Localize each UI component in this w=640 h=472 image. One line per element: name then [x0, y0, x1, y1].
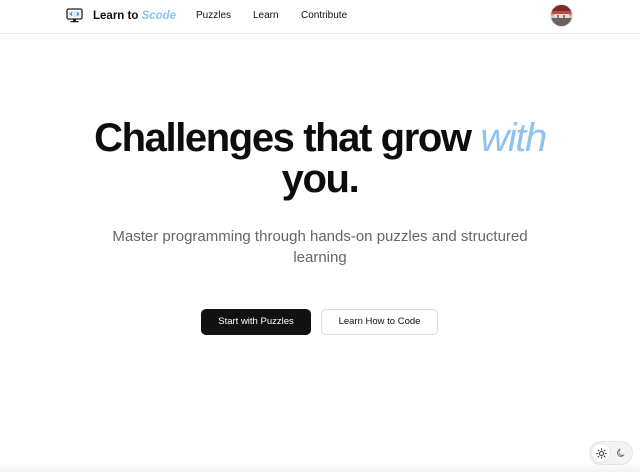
bottom-shade: [0, 462, 640, 472]
top-nav: Learn to Scode Puzzles Learn Contribute: [0, 0, 640, 34]
brand-accent: Scode: [141, 10, 177, 22]
nav-puzzles[interactable]: Puzzles: [196, 10, 231, 22]
page: Learn to Scode Puzzles Learn Contribute …: [0, 0, 640, 472]
nav-learn[interactable]: Learn: [253, 10, 279, 22]
hero-subtitle: Master programming through hands-on puzz…: [112, 228, 528, 266]
moon-icon[interactable]: [612, 444, 630, 462]
learn-how-to-code-button[interactable]: Learn How to Code: [321, 309, 438, 335]
hero-title-accent: with: [480, 116, 547, 160]
hero-title: Challenges that grow with you.: [0, 118, 640, 200]
brand-logo[interactable]: Learn to Scode: [93, 9, 176, 23]
hero-title-part2: you.: [281, 157, 360, 201]
start-with-puzzles-button[interactable]: Start with Puzzles: [201, 309, 311, 335]
brand-prefix: Learn to: [93, 10, 142, 22]
nav-contribute[interactable]: Contribute: [301, 10, 347, 22]
hero-title-part1: Challenges that grow: [94, 116, 481, 160]
sun-icon[interactable]: [592, 444, 610, 462]
user-avatar[interactable]: [551, 5, 572, 26]
monitor-code-icon[interactable]: [66, 8, 83, 23]
